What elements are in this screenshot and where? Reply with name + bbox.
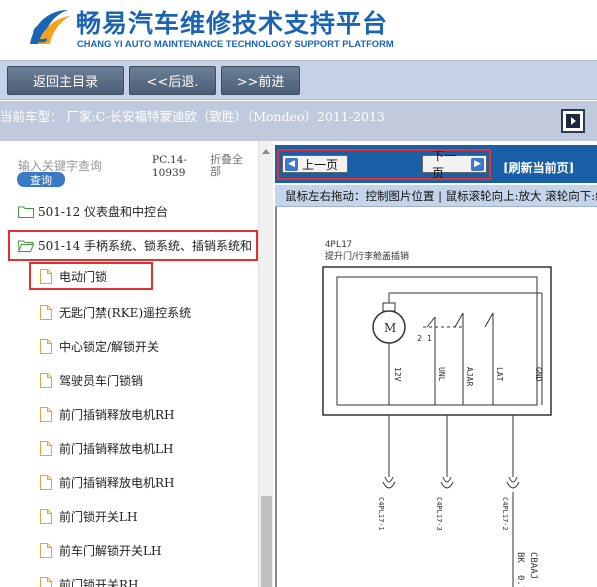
motor-brush xyxy=(382,302,396,312)
tree-item[interactable]: 前门锁开关LH xyxy=(40,505,137,527)
connector-label: C4PL17-3 xyxy=(435,497,443,531)
document-icon xyxy=(40,372,52,388)
refresh-page-link[interactable]: [刷新当前页] xyxy=(503,159,574,176)
tree-item[interactable]: 无匙门禁(RKE)遥控系统 xyxy=(40,301,191,323)
tree-label: 驾驶员车门锁销 xyxy=(59,373,144,388)
pin-label: LAT xyxy=(495,367,504,382)
document-icon xyxy=(40,338,52,354)
doc-code-line1: PC.14- xyxy=(152,154,187,166)
component-inner-box xyxy=(336,276,538,406)
document-icon xyxy=(40,576,52,587)
scroll-up-icon[interactable] xyxy=(262,149,270,154)
pin-label: AJAR xyxy=(465,367,474,386)
tree-folder-501-12[interactable]: 501-12 仪表盘和中控台 xyxy=(18,200,168,222)
document-icon xyxy=(40,542,52,558)
tree-label: 前车门解锁开关LH xyxy=(59,543,162,558)
hint-text: 鼠标左右拖动：控制图片位置 | 鼠标滚轮向上:放大 滚轮向下:缩小 xyxy=(275,185,597,207)
switch-pos-1: 1 xyxy=(427,334,432,343)
motor-label: M xyxy=(384,321,396,335)
app-title: 畅易汽车维修技术支持平台 xyxy=(76,9,389,38)
document-icon xyxy=(40,508,52,524)
tree-item[interactable]: 前门锁开关RH xyxy=(40,573,139,587)
wiring-diagram-svg: 4PL17 提升门/行李舱盖插销 M 2 1 12V UNL AJAR LAT … xyxy=(322,240,552,587)
panel-toggle-button[interactable] xyxy=(561,109,585,133)
app-header: C 畅易汽车维修技术支持平台 CHANG YI AUTO MAINTENANCE… xyxy=(0,0,597,60)
tree-label: 前门锁开关RH xyxy=(59,577,139,587)
pin-label: GND xyxy=(534,367,543,382)
logo-icon: C xyxy=(30,10,70,48)
history-forward-button[interactable]: >>前进 xyxy=(221,66,300,95)
left-panel: 输入关键字查询 查询 PC.14- 10939 折叠全 部 501-12 仪表盘… xyxy=(0,141,273,587)
wire-gauge: 0.75 xyxy=(515,575,525,587)
left-scrollbar[interactable] xyxy=(258,141,273,587)
folder-icon xyxy=(18,206,34,218)
tree-label: 501-12 仪表盘和中控台 xyxy=(38,204,169,219)
connector-label: C4PL17-2 xyxy=(501,497,509,531)
history-back-button[interactable]: <<后退. xyxy=(129,66,216,95)
switch-pos-2: 2 xyxy=(417,334,422,343)
scrollbar-thumb[interactable] xyxy=(261,496,272,587)
doc-code-line2: 10939 xyxy=(152,167,186,179)
collapse-all-link[interactable]: 折叠全 部 xyxy=(210,154,250,178)
tree-item[interactable]: 中心锁定/解锁开关 xyxy=(40,335,159,357)
diagram-code: 4PL17 xyxy=(325,240,352,250)
wire-color: BK xyxy=(515,552,525,563)
nav-bar: 返回主目录 <<后退. >>前进 xyxy=(0,60,597,100)
switch-contact xyxy=(454,312,464,328)
tree-label: 前门插销释放电机RH xyxy=(59,407,175,422)
switch-contact xyxy=(484,312,494,328)
tree-item[interactable]: 前门插销释放电机RH xyxy=(40,403,175,425)
document-icon xyxy=(40,474,52,490)
switch-contact xyxy=(426,316,436,328)
current-model-text: 当前车型： 厂家:C-长安福特蒙迪欧（致胜）（Mondeo）2011-2013 xyxy=(0,109,385,124)
pin-label: 12V xyxy=(393,367,402,382)
connector-symbol xyxy=(382,476,396,489)
tree-item[interactable]: 前车门解锁开关LH xyxy=(40,539,161,561)
collapse-all-line2: 部 xyxy=(210,165,221,178)
tree-label: 前门插销释放电机RH xyxy=(59,475,175,490)
tree-label: 无匙门禁(RKE)遥控系统 xyxy=(59,305,192,320)
highlight-box xyxy=(277,149,491,180)
model-bar: 当前车型： 厂家:C-长安福特蒙迪欧（致胜）（Mondeo）2011-2013 xyxy=(0,101,597,141)
app-subtitle: CHANG YI AUTO MAINTENANCE TECHNOLOGY SUP… xyxy=(77,38,394,49)
tree-label: 前门锁开关LH xyxy=(59,509,138,524)
doc-code: PC.14- 10939 xyxy=(152,154,200,180)
component-box xyxy=(322,266,552,416)
document-icon xyxy=(40,304,52,320)
highlight-box xyxy=(29,262,153,290)
document-icon xyxy=(40,440,52,456)
wiring-diagram[interactable]: 4PL17 提升门/行李舱盖插销 M 2 1 12V UNL AJAR LAT … xyxy=(275,207,597,587)
tree-item[interactable]: 驾驶员车门锁销 xyxy=(40,369,143,391)
svg-text:C: C xyxy=(32,23,48,48)
tree-item[interactable]: 前门插销释放电机RH xyxy=(40,471,175,493)
document-icon xyxy=(40,406,52,422)
back-to-main-button[interactable]: 返回主目录 xyxy=(7,66,124,95)
diagram-caption: 提升门/行李舱盖插销 xyxy=(325,250,409,262)
wire-code: CBAAJ xyxy=(528,552,538,579)
connector-symbol xyxy=(440,476,454,489)
search-button[interactable]: 查询 xyxy=(17,172,65,187)
expand-icon xyxy=(566,114,580,128)
pin-label: UNL xyxy=(437,367,446,382)
connector-label: C4PL17-1 xyxy=(377,497,385,531)
pager-bar: ◀ 上一页 下一页 ▶ [刷新当前页] xyxy=(275,145,597,183)
tree-label: 前门插销释放电机LH xyxy=(59,441,174,456)
connector-symbol xyxy=(506,476,520,489)
tree-item[interactable]: 前门插销释放电机LH xyxy=(40,437,173,459)
tree-label: 中心锁定/解锁开关 xyxy=(59,339,160,354)
right-panel: ◀ 上一页 下一页 ▶ [刷新当前页] 鼠标左右拖动：控制图片位置 | 鼠标滚轮… xyxy=(275,141,597,587)
highlight-box xyxy=(8,230,258,261)
